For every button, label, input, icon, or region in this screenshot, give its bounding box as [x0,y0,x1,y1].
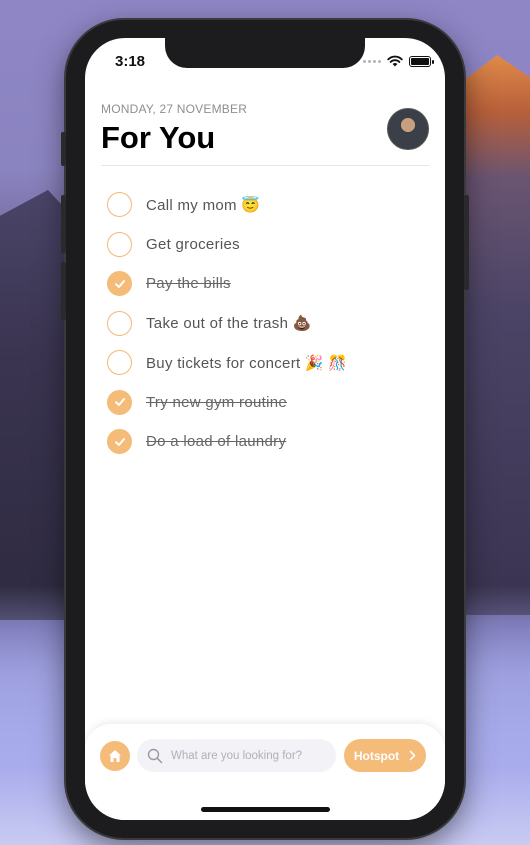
checkmark-icon [114,437,125,446]
hotspot-label: Hotspot [353,748,400,763]
search-box[interactable] [137,739,336,772]
bottom-bar: Hotspot [85,724,445,820]
task-checkbox[interactable] [107,310,132,336]
task-item[interactable]: Buy tickets for concert 🎉 🎊 [107,343,429,383]
hotspot-button[interactable]: Hotspot [344,739,426,772]
task-checkbox[interactable] [107,350,132,376]
power-button [464,195,469,290]
avatar[interactable] [387,108,429,150]
page-title: For You [101,120,216,155]
checkmark-icon [114,398,125,407]
task-checkbox[interactable] [107,231,132,257]
search-icon [147,748,163,763]
date-label: MONDAY, 27 NOVEMBER [101,102,248,116]
volume-down-button [61,262,66,320]
notch [165,38,365,68]
task-item[interactable]: Take out of the trash 💩 [107,304,429,344]
task-item[interactable]: Try new gym routine [107,383,429,423]
phone-frame: 3:18 MONDAY, 27 NOVEMBER For You Call my… [61,20,469,838]
home-button[interactable] [100,741,130,771]
task-checkbox-checked[interactable] [107,271,132,297]
chevron-right-icon [409,750,416,761]
task-checkbox-checked[interactable] [107,429,132,455]
home-indicator [201,807,330,812]
task-item[interactable]: Do a load of laundry [107,422,429,462]
header: MONDAY, 27 NOVEMBER For You [101,102,429,156]
task-item[interactable]: Get groceries [107,225,429,265]
task-label: Take out of the trash 💩 [146,315,312,333]
status-time: 3:18 [115,53,146,70]
task-label: Try new gym routine [146,393,288,411]
volume-up-button [61,195,66,253]
task-checkbox[interactable] [107,192,132,218]
battery-icon [409,55,434,67]
task-label: Pay the bills [146,275,231,293]
header-divider [101,165,429,166]
mute-switch [61,132,66,166]
task-label: Do a load of laundry [146,433,287,451]
task-label: Buy tickets for concert 🎉 🎊 [146,354,348,372]
signal-icon [363,59,381,63]
task-item[interactable]: Pay the bills [107,264,429,304]
task-list: Call my mom 😇 Get groceries Pay the bills T… [107,185,429,462]
home-icon [109,750,121,762]
checkmark-icon [114,279,125,288]
task-item[interactable]: Call my mom 😇 [107,185,429,225]
search-input[interactable] [171,749,331,762]
task-label: Get groceries [146,235,240,253]
task-label: Call my mom 😇 [146,196,261,214]
task-checkbox-checked[interactable] [107,389,132,415]
status-icons [363,55,434,67]
phone-screen: 3:18 MONDAY, 27 NOVEMBER For You Call my… [85,38,445,820]
wifi-icon [387,55,403,67]
